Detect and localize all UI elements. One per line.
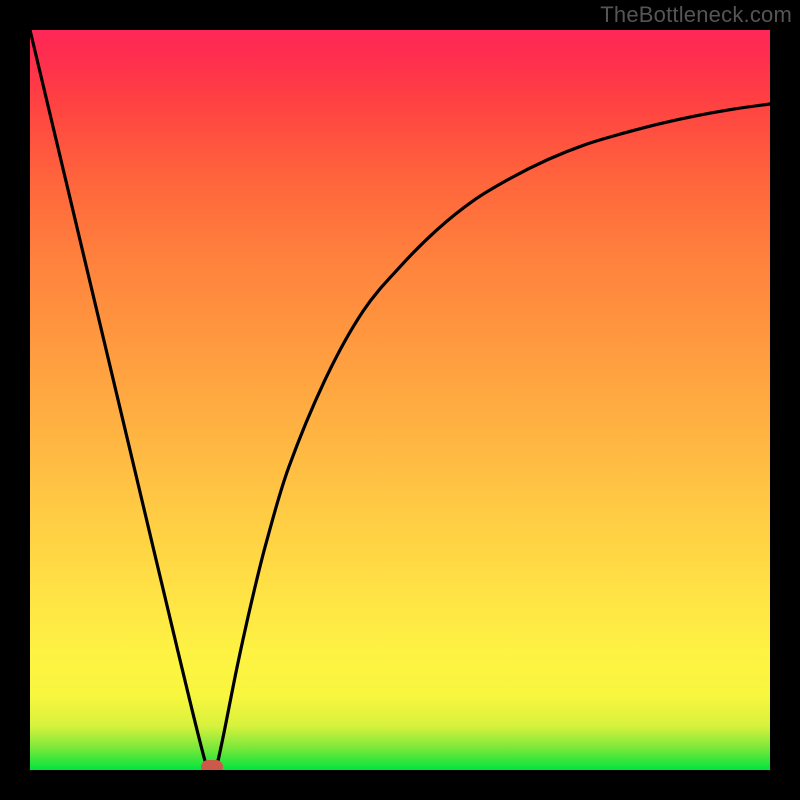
curve-layer (30, 30, 770, 770)
minimum-marker (201, 760, 223, 770)
attribution-text: TheBottleneck.com (600, 2, 792, 28)
chart-frame: TheBottleneck.com (0, 0, 800, 800)
plot-area (30, 30, 770, 770)
bottleneck-curve (30, 30, 770, 770)
